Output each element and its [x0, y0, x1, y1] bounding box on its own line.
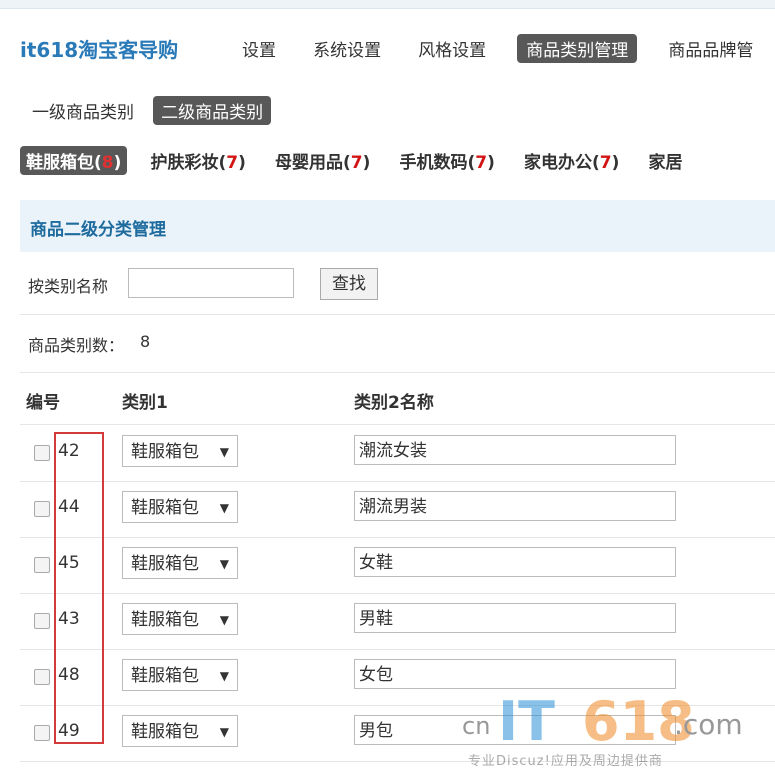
- site-logo[interactable]: it618淘宝客导购: [20, 34, 178, 63]
- search-button[interactable]: 查找: [320, 268, 378, 300]
- category-count: 7: [475, 153, 488, 173]
- category-tabs: 鞋服箱包(8) 护肤彩妆(7) 母婴用品(7) 手机数码(7) 家电办公(7) …: [20, 146, 775, 175]
- watermark-cn: cn: [462, 712, 491, 740]
- category2-name-input[interactable]: 女鞋: [354, 547, 676, 577]
- panel-title: 商品二级分类管理: [30, 220, 166, 240]
- watermark-com: .com: [674, 708, 743, 741]
- category-tab[interactable]: 护肤彩妆(7): [145, 146, 252, 175]
- category-tab[interactable]: 手机数码(7): [394, 146, 501, 175]
- row-checkbox[interactable]: [34, 501, 50, 517]
- main-nav: 设置 系统设置 风格设置 商品类别管理 商品品牌管: [236, 34, 775, 63]
- nav-settings[interactable]: 设置: [236, 34, 282, 63]
- category-count: 8: [101, 153, 114, 173]
- count-label: 商品类别数：: [28, 336, 125, 355]
- select-value: 鞋服箱包: [131, 498, 199, 518]
- panel-header: 商品二级分类管理: [20, 200, 775, 252]
- category-tab[interactable]: 家电办公(7): [518, 146, 625, 175]
- row-checkbox[interactable]: [34, 557, 50, 573]
- count-row: 商品类别数： 8: [20, 316, 775, 373]
- category-count: 7: [350, 153, 363, 173]
- table-row: 44 鞋服箱包 ▼ 潮流男装: [20, 481, 775, 538]
- category-tab[interactable]: 母婴用品(7): [269, 146, 376, 175]
- header-id: 编号: [26, 393, 60, 413]
- nav-category-management[interactable]: 商品类别管理: [517, 34, 638, 63]
- category-name: 鞋服箱包: [26, 153, 94, 173]
- nav-brand-management[interactable]: 商品品牌管: [662, 34, 759, 63]
- select-value: 鞋服箱包: [131, 554, 199, 574]
- top-strip: [0, 0, 775, 9]
- category2-name-input[interactable]: 女包: [354, 659, 676, 689]
- search-row: 按类别名称 查找: [20, 262, 775, 315]
- row-checkbox[interactable]: [34, 669, 50, 685]
- category-name: 母婴用品: [275, 153, 343, 173]
- table-row: 45 鞋服箱包 ▼ 女鞋: [20, 537, 775, 594]
- watermark-slogan: 专业Discuz!应用及周边提供商: [468, 754, 663, 769]
- category-count: 7: [599, 153, 612, 173]
- level-tabs: 一级商品类别 二级商品类别: [24, 96, 277, 125]
- category-name: 家居: [648, 153, 683, 173]
- table-header: 编号 类别1 类别2名称: [20, 372, 775, 425]
- category-name: 护肤彩妆: [150, 153, 219, 173]
- select-value: 鞋服箱包: [131, 610, 199, 630]
- category1-select[interactable]: 鞋服箱包 ▼: [122, 715, 238, 747]
- row-checkbox[interactable]: [34, 613, 50, 629]
- nav-style-settings[interactable]: 风格设置: [412, 34, 492, 63]
- dropdown-arrow-icon: ▼: [219, 669, 229, 683]
- header: it618淘宝客导购 设置 系统设置 风格设置 商品类别管理 商品品牌管: [0, 24, 775, 70]
- watermark-it: IT: [498, 690, 555, 753]
- category1-select[interactable]: 鞋服箱包 ▼: [122, 659, 238, 691]
- category2-name-input[interactable]: 潮流男装: [354, 491, 676, 521]
- tab-level-1[interactable]: 一级商品类别: [24, 96, 142, 125]
- nav-system-settings[interactable]: 系统设置: [307, 34, 387, 63]
- category1-select[interactable]: 鞋服箱包 ▼: [122, 491, 238, 523]
- tab-level-2[interactable]: 二级商品类别: [153, 96, 272, 125]
- dropdown-arrow-icon: ▼: [219, 557, 229, 571]
- select-value: 鞋服箱包: [131, 722, 199, 742]
- category2-name-input[interactable]: 潮流女装: [354, 435, 676, 465]
- select-value: 鞋服箱包: [131, 442, 199, 462]
- row-checkbox[interactable]: [34, 725, 50, 741]
- category-count: 7: [226, 153, 239, 173]
- header-category2-name: 类别2名称: [354, 393, 434, 413]
- header-category1: 类别1: [122, 393, 168, 413]
- row-checkbox[interactable]: [34, 445, 50, 461]
- select-value: 鞋服箱包: [131, 666, 199, 686]
- category-name: 手机数码: [399, 153, 468, 173]
- category1-select[interactable]: 鞋服箱包 ▼: [122, 603, 238, 635]
- dropdown-arrow-icon: ▼: [219, 613, 229, 627]
- count-value: 8: [140, 332, 151, 351]
- category-tab[interactable]: 家居: [643, 146, 689, 175]
- dropdown-arrow-icon: ▼: [219, 501, 229, 515]
- category1-select[interactable]: 鞋服箱包 ▼: [122, 435, 238, 467]
- search-input[interactable]: [128, 268, 294, 298]
- dropdown-arrow-icon: ▼: [219, 725, 229, 739]
- category1-select[interactable]: 鞋服箱包 ▼: [122, 547, 238, 579]
- highlight-box: [54, 432, 104, 744]
- category-name: 家电办公: [524, 153, 592, 173]
- table-row: 42 鞋服箱包 ▼ 潮流女装: [20, 425, 775, 482]
- category-tab[interactable]: 鞋服箱包(8): [20, 146, 128, 175]
- table-row: 43 鞋服箱包 ▼ 男鞋: [20, 593, 775, 650]
- search-label: 按类别名称: [28, 277, 109, 296]
- category2-name-input[interactable]: 男鞋: [354, 603, 676, 633]
- dropdown-arrow-icon: ▼: [219, 445, 229, 459]
